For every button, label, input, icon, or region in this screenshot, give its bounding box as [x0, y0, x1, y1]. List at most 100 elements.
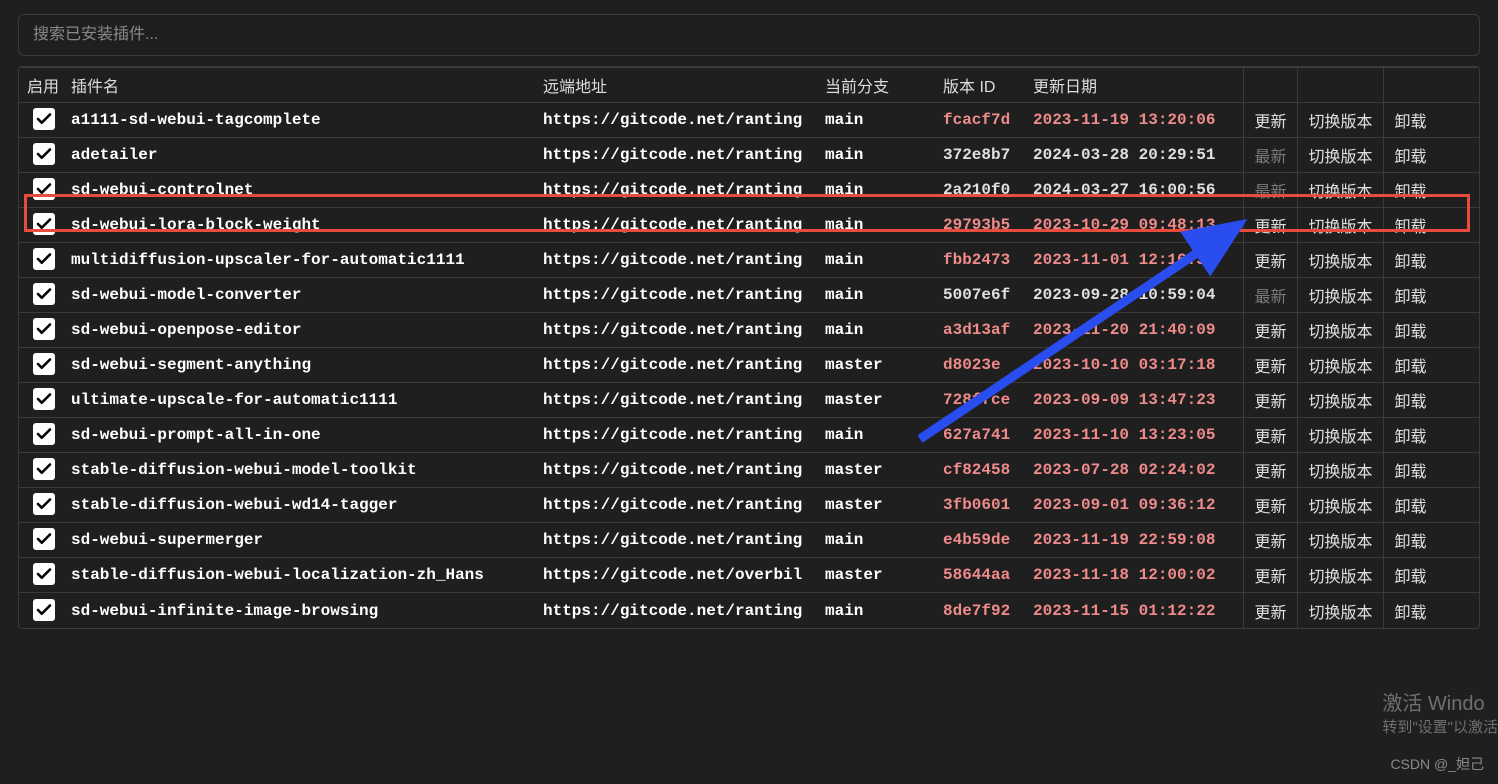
header-enable: 启用: [19, 73, 65, 97]
remote-url: https://gitcode.net/ranting: [543, 146, 825, 164]
branch-name: main: [825, 111, 943, 129]
table-row: stable-diffusion-webui-wd14-taggerhttps:…: [19, 488, 1479, 523]
enable-checkbox[interactable]: [33, 599, 55, 621]
switch-version-button[interactable]: 切换版本: [1298, 143, 1383, 167]
switch-version-button[interactable]: 切换版本: [1298, 493, 1383, 517]
plugin-name: sd-webui-supermerger: [65, 531, 543, 549]
update-date: 2023-10-29 09:48:13: [1033, 216, 1243, 234]
version-id: e4b59de: [943, 531, 1033, 549]
update-date: 2023-11-15 01:12:22: [1033, 602, 1243, 620]
update-button[interactable]: 更新: [1244, 599, 1297, 623]
switch-version-button[interactable]: 切换版本: [1298, 248, 1383, 272]
enable-checkbox[interactable]: [33, 423, 55, 445]
update-button[interactable]: 更新: [1244, 528, 1297, 552]
switch-version-button[interactable]: 切换版本: [1298, 108, 1383, 132]
switch-version-button[interactable]: 切换版本: [1298, 423, 1383, 447]
remote-url: https://gitcode.net/ranting: [543, 216, 825, 234]
uninstall-button[interactable]: 卸载: [1384, 318, 1437, 342]
update-button[interactable]: 更新: [1244, 108, 1297, 132]
uninstall-button[interactable]: 卸载: [1384, 388, 1437, 412]
switch-version-button[interactable]: 切换版本: [1298, 599, 1383, 623]
update-date: 2024-03-27 16:00:56: [1033, 181, 1243, 199]
enable-checkbox[interactable]: [33, 563, 55, 585]
update-button[interactable]: 更新: [1244, 493, 1297, 517]
switch-version-button[interactable]: 切换版本: [1298, 458, 1383, 482]
version-id: fcacf7d: [943, 111, 1033, 129]
uninstall-button[interactable]: 卸载: [1384, 353, 1437, 377]
update-date: 2023-10-10 03:17:18: [1033, 356, 1243, 374]
update-button[interactable]: 更新: [1244, 248, 1297, 272]
update-button[interactable]: 更新: [1244, 563, 1297, 587]
switch-version-button[interactable]: 切换版本: [1298, 353, 1383, 377]
branch-name: master: [825, 496, 943, 514]
uninstall-button[interactable]: 卸载: [1384, 178, 1437, 202]
version-id: 58644aa: [943, 566, 1033, 584]
plugin-name: stable-diffusion-webui-localization-zh_H…: [65, 566, 543, 584]
plugin-name: sd-webui-segment-anything: [65, 356, 543, 374]
uninstall-button[interactable]: 卸载: [1384, 528, 1437, 552]
uninstall-button[interactable]: 卸载: [1384, 283, 1437, 307]
switch-version-button[interactable]: 切换版本: [1298, 318, 1383, 342]
uninstall-button[interactable]: 卸载: [1384, 458, 1437, 482]
update-date: 2023-11-20 21:40:09: [1033, 321, 1243, 339]
uninstall-button[interactable]: 卸载: [1384, 563, 1437, 587]
remote-url: https://gitcode.net/ranting: [543, 181, 825, 199]
remote-url: https://gitcode.net/ranting: [543, 426, 825, 444]
windows-activation-watermark: 激活 Windo 转到"设置"以激活: [1382, 691, 1498, 738]
enable-checkbox[interactable]: [33, 318, 55, 340]
enable-checkbox[interactable]: [33, 108, 55, 130]
version-id: 5007e6f: [943, 286, 1033, 304]
enable-checkbox[interactable]: [33, 178, 55, 200]
update-button[interactable]: 更新: [1244, 423, 1297, 447]
search-input[interactable]: [18, 14, 1480, 56]
version-id: 29793b5: [943, 216, 1033, 234]
version-id: 372e8b7: [943, 146, 1033, 164]
enable-checkbox[interactable]: [33, 143, 55, 165]
update-date: 2023-11-01 12:16:31: [1033, 251, 1243, 269]
enable-checkbox[interactable]: [33, 213, 55, 235]
plugin-name: sd-webui-infinite-image-browsing: [65, 602, 543, 620]
table-row: ultimate-upscale-for-automatic1111https:…: [19, 383, 1479, 418]
plugin-name: adetailer: [65, 146, 543, 164]
update-button[interactable]: 更新: [1244, 213, 1297, 237]
enable-checkbox[interactable]: [33, 248, 55, 270]
uninstall-button[interactable]: 卸载: [1384, 108, 1437, 132]
branch-name: main: [825, 286, 943, 304]
uninstall-button[interactable]: 卸载: [1384, 248, 1437, 272]
plugin-name: sd-webui-model-converter: [65, 286, 543, 304]
uninstall-button[interactable]: 卸载: [1384, 599, 1437, 623]
update-button[interactable]: 更新: [1244, 458, 1297, 482]
update-button[interactable]: 更新: [1244, 353, 1297, 377]
update-button[interactable]: 更新: [1244, 318, 1297, 342]
update-date: 2023-09-01 09:36:12: [1033, 496, 1243, 514]
switch-version-button[interactable]: 切换版本: [1298, 563, 1383, 587]
version-id: d8023e: [943, 356, 1033, 374]
table-row: sd-webui-prompt-all-in-onehttps://gitcod…: [19, 418, 1479, 453]
enable-checkbox[interactable]: [33, 353, 55, 375]
uninstall-button[interactable]: 卸载: [1384, 423, 1437, 447]
switch-version-button[interactable]: 切换版本: [1298, 388, 1383, 412]
uninstall-button[interactable]: 卸载: [1384, 143, 1437, 167]
enable-checkbox[interactable]: [33, 528, 55, 550]
enable-checkbox[interactable]: [33, 493, 55, 515]
version-id: cf82458: [943, 461, 1033, 479]
enable-checkbox[interactable]: [33, 388, 55, 410]
header-date: 更新日期: [1033, 73, 1243, 97]
switch-version-button[interactable]: 切换版本: [1298, 178, 1383, 202]
csdn-watermark: CSDN @_妲己: [1390, 754, 1484, 774]
enable-checkbox[interactable]: [33, 283, 55, 305]
enable-checkbox[interactable]: [33, 458, 55, 480]
remote-url: https://gitcode.net/ranting: [543, 286, 825, 304]
version-id: a3d13af: [943, 321, 1033, 339]
watermark-subtitle: 转到"设置"以激活: [1382, 718, 1498, 738]
branch-name: main: [825, 216, 943, 234]
update-date: 2023-09-09 13:47:23: [1033, 391, 1243, 409]
switch-version-button[interactable]: 切换版本: [1298, 528, 1383, 552]
header-name: 插件名: [65, 73, 543, 97]
uninstall-button[interactable]: 卸载: [1384, 493, 1437, 517]
plugin-name: ultimate-upscale-for-automatic1111: [65, 391, 543, 409]
switch-version-button[interactable]: 切换版本: [1298, 283, 1383, 307]
uninstall-button[interactable]: 卸载: [1384, 213, 1437, 237]
switch-version-button[interactable]: 切换版本: [1298, 213, 1383, 237]
update-button[interactable]: 更新: [1244, 388, 1297, 412]
